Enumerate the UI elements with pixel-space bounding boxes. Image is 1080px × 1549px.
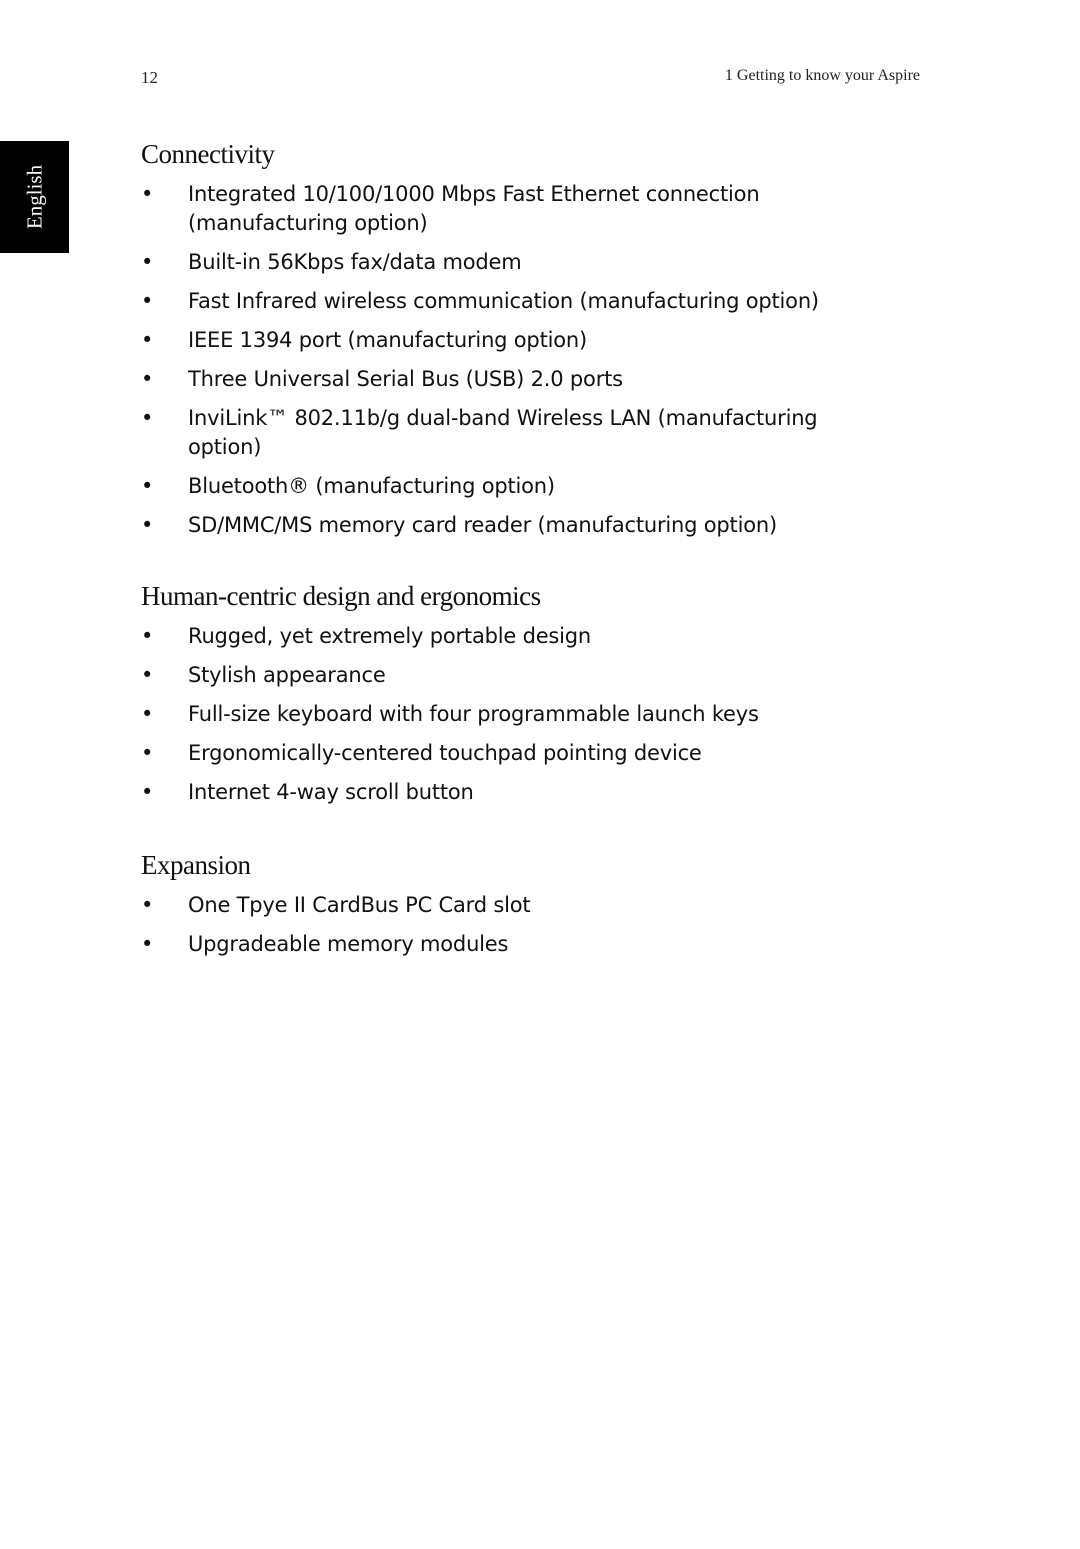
list-item: • Ergonomically-centered touchpad pointin… (141, 739, 881, 768)
bullet-icon: • (141, 289, 154, 313)
section-connectivity: Connectivity • Integrated 10/100/1000 Mbp… (141, 136, 881, 550)
list-item: • Three Universal Serial Bus (USB) 2.0 po… (141, 365, 881, 394)
list-item: • Full-size keyboard with four programmab… (141, 700, 881, 729)
bullet-icon: • (141, 474, 154, 498)
list-item: • Internet 4-way scroll button (141, 778, 881, 807)
list-item-text: Upgradeable memory modules (188, 932, 509, 956)
section-expansion: Expansion • One Tpye II CardBus PC Card s… (141, 847, 881, 969)
list-item: • Stylish appearance (141, 661, 881, 690)
language-tab: English (0, 141, 69, 253)
list-item-text: Three Universal Serial Bus (USB) 2.0 por… (188, 367, 623, 391)
list-item: • One Tpye II CardBus PC Card slot (141, 891, 881, 920)
list-item: • Upgradeable memory modules (141, 930, 881, 959)
language-tab-label: English (22, 164, 46, 230)
bullet-icon: • (141, 780, 154, 804)
section-heading: Connectivity (141, 139, 275, 169)
list-item: • Rugged, yet extremely portable design (141, 622, 881, 651)
list-item-text: InviLink™ 802.11b/g dual-band Wireless L… (188, 406, 818, 459)
bullet-icon: • (141, 624, 154, 648)
list-item-text: SD/MMC/MS memory card reader (manufactur… (188, 513, 777, 537)
bullet-list: • One Tpye II CardBus PC Card slot • Upgra… (141, 891, 881, 959)
list-item-text: Integrated 10/100/1000 Mbps Fast Etherne… (188, 182, 760, 235)
section-heading: Human-centric design and ergonomics (141, 581, 541, 611)
chapter-header: 1 Getting to know your Aspire (724, 67, 920, 84)
list-item: • SD/MMC/MS memory card reader (manufactu… (141, 511, 881, 540)
list-item: • Fast Infrared wireless communication (m… (141, 287, 881, 316)
list-item-text: One Tpye II CardBus PC Card slot (188, 893, 531, 917)
bullet-list: • Rugged, yet extremely portable design •… (141, 622, 881, 807)
list-item: • IEEE 1394 port (manufacturing option) (141, 326, 881, 355)
bullet-icon: • (141, 893, 154, 917)
bullet-icon: • (141, 663, 154, 687)
bullet-icon: • (141, 406, 154, 430)
section-heading: Expansion (141, 850, 251, 880)
page-number: 12 (141, 68, 158, 87)
list-item-text: Fast Infrared wireless communication (ma… (188, 289, 819, 313)
list-item-text: Rugged, yet extremely portable design (188, 624, 592, 648)
list-item-text: IEEE 1394 port (manufacturing option) (188, 328, 587, 352)
list-item: • Built-in 56Kbps fax/data modem (141, 248, 881, 277)
bullet-icon: • (141, 513, 154, 537)
list-item-text: Stylish appearance (188, 663, 386, 687)
list-item-text: Ergonomically-centered touchpad pointing… (188, 741, 702, 765)
list-item-text: Full-size keyboard with four programmabl… (188, 702, 759, 726)
bullet-icon: • (141, 250, 154, 274)
list-item: • Bluetooth® (manufacturing option) (141, 472, 881, 501)
bullet-icon: • (141, 932, 154, 956)
list-item: • Integrated 10/100/1000 Mbps Fast Ethern… (141, 180, 881, 238)
bullet-list: • Integrated 10/100/1000 Mbps Fast Ethern… (141, 180, 881, 540)
bullet-icon: • (141, 702, 154, 726)
section-human-centric-design: Human-centric design and ergonomics • Rug… (141, 578, 881, 817)
list-item: • InviLink™ 802.11b/g dual-band Wireless … (141, 404, 881, 462)
bullet-icon: • (141, 182, 154, 206)
list-item-text: Internet 4-way scroll button (188, 780, 474, 804)
bullet-icon: • (141, 741, 154, 765)
bullet-icon: • (141, 367, 154, 391)
list-item-text: Bluetooth® (manufacturing option) (188, 474, 555, 498)
bullet-icon: • (141, 328, 154, 352)
list-item-text: Built-in 56Kbps fax/data modem (188, 250, 522, 274)
